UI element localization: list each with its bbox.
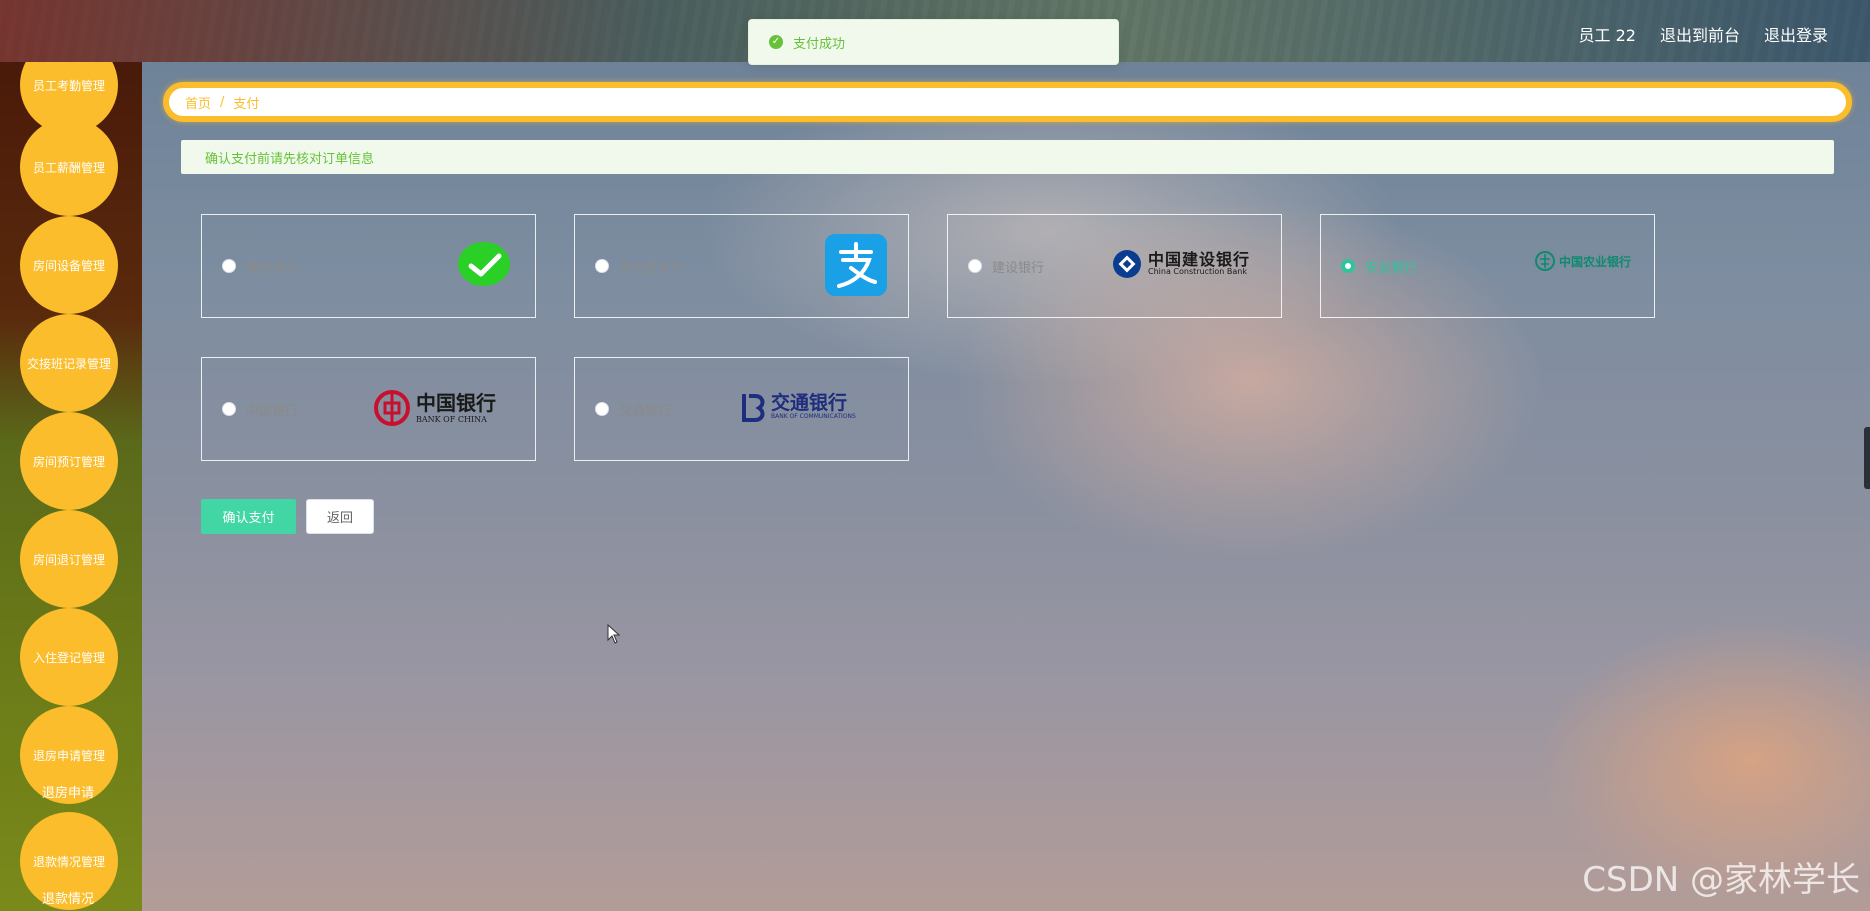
ccb-logo-text: 中国建设银行 (1148, 249, 1251, 269)
back-button[interactable]: 返回 (306, 499, 374, 534)
success-check-icon: ✓ (769, 35, 783, 49)
sidebar-subitem-refund[interactable]: 退款情况 (0, 888, 136, 907)
payment-option-abc[interactable]: 农业银行 中国农业银行 (1320, 214, 1655, 318)
abc-logo-text: 中国农业银行 (1559, 254, 1632, 269)
payment-option-alipay[interactable]: 支付宝支付 (574, 214, 909, 318)
payment-label-wechat: 微信支付 (246, 260, 299, 276)
bocom-logo: 交通银行 BANK OF COMMUNICATIONS (741, 392, 856, 422)
header-actions: 员工 22 退出到前台 退出登录 (1579, 22, 1828, 46)
radio-ccb[interactable] (968, 259, 982, 273)
payment-option-bocom[interactable]: 交通银行 交通银行 BANK OF COMMUNICATIONS (574, 357, 909, 461)
payment-label-boc: 中国银行 (246, 403, 299, 419)
sidebar-item-room-cancel[interactable]: 房间退订管理 (20, 510, 118, 608)
alipay-icon (825, 234, 887, 296)
payment-option-wechat[interactable]: 微信支付 (201, 214, 536, 318)
boc-logo-text: 中国银行 (416, 390, 496, 415)
radio-boc[interactable] (222, 402, 236, 416)
boc-logo-subtext: BANK OF CHINA (416, 414, 487, 424)
wechat-icon (457, 240, 511, 292)
payment-option-ccb[interactable]: 建设银行 中国建设银行 China Construction Bank (947, 214, 1282, 318)
abc-emblem-icon (1535, 251, 1555, 271)
breadcrumb-home[interactable]: 首页 (185, 93, 211, 112)
logout-link[interactable]: 退出登录 (1764, 22, 1828, 46)
breadcrumb-current: 支付 (233, 96, 260, 112)
payment-label-abc: 农业银行 (1365, 260, 1418, 276)
sidebar: 员工考勤管理 员工薪酬管理 房间设备管理 交接班记录管理 房间预订管理 房间退订… (0, 62, 142, 911)
success-toast: ✓ 支付成功 (748, 19, 1119, 65)
payment-option-boc[interactable]: 中国银行 中国银行 BANK OF CHINA (201, 357, 536, 461)
payment-label-ccb: 建设银行 (992, 260, 1045, 276)
sidebar-item-room-equipment[interactable]: 房间设备管理 (20, 216, 118, 314)
payment-label-bocom: 交通银行 (619, 403, 672, 419)
radio-bocom[interactable] (595, 402, 609, 416)
sidebar-subitem-checkout-request[interactable]: 退房申请 (0, 782, 136, 801)
sidebar-item-shift-records[interactable]: 交接班记录管理 (20, 314, 118, 412)
radio-alipay[interactable] (595, 259, 609, 273)
sidebar-item-checkin[interactable]: 入住登记管理 (20, 608, 118, 706)
ccb-logo: 中国建设银行 China Construction Bank (1112, 249, 1250, 279)
confirm-payment-button[interactable]: 确认支付 (201, 499, 296, 534)
bocom-logo-subtext: BANK OF COMMUNICATIONS (771, 413, 856, 421)
payment-label-alipay: 支付宝支付 (619, 260, 685, 276)
abc-logo: 中国农业银行 (1535, 251, 1631, 271)
back-to-front-link[interactable]: 退出到前台 (1660, 22, 1740, 46)
sidebar-item-salary[interactable]: 员工薪酬管理 (20, 118, 118, 216)
watermark: CSDN @家林学长 (1582, 860, 1860, 900)
mouse-cursor-icon (607, 624, 621, 644)
order-check-notice: 确认支付前请先核对订单信息 (181, 140, 1834, 174)
toast-message: 支付成功 (793, 36, 846, 52)
boc-emblem-icon (374, 390, 410, 426)
breadcrumb: 首页 / 支付 (163, 82, 1852, 122)
radio-wechat[interactable] (222, 259, 236, 273)
ccb-emblem-icon (1113, 250, 1141, 278)
user-name: 员工 22 (1578, 26, 1636, 45)
page-scrollbar[interactable] (1864, 427, 1870, 489)
sidebar-item-room-booking[interactable]: 房间预订管理 (20, 412, 118, 510)
breadcrumb-separator: / (220, 94, 225, 110)
bocom-emblem-icon (742, 394, 765, 422)
ccb-logo-subtext: China Construction Bank (1148, 267, 1247, 277)
bocom-logo-text: 交通银行 (771, 391, 848, 414)
radio-abc[interactable] (1341, 259, 1355, 273)
boc-logo: 中国银行 BANK OF CHINA (374, 390, 496, 426)
